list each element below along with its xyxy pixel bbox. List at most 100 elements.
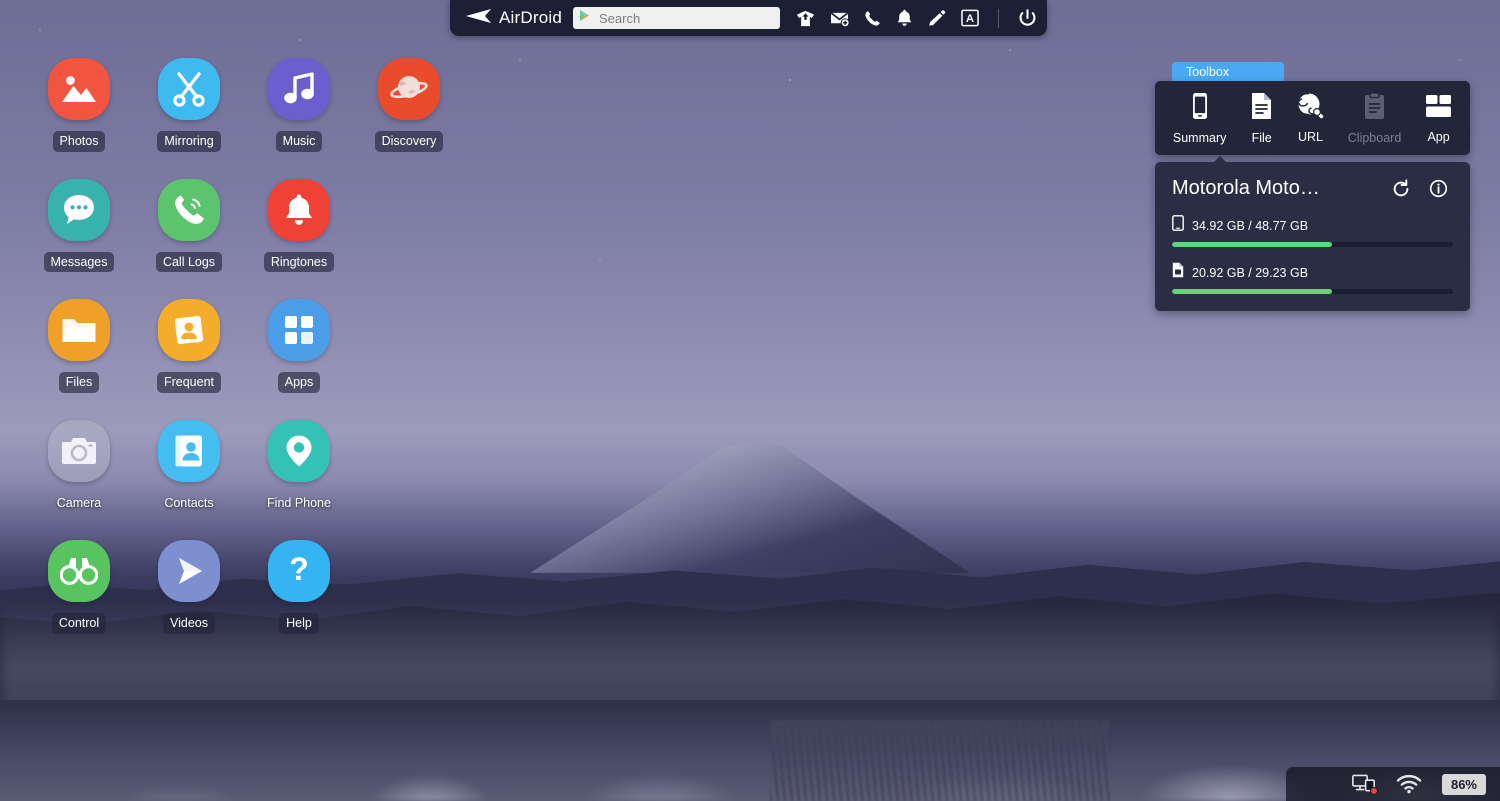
phone-handset-icon xyxy=(158,179,220,241)
device-actions xyxy=(1391,179,1453,199)
globe-link-icon xyxy=(1297,92,1324,124)
desktop-icon-label: Camera xyxy=(50,493,108,514)
battery-badge[interactable]: 86% xyxy=(1442,774,1486,795)
desktop-icon-videos[interactable]: Videos xyxy=(134,540,244,634)
desktop-icon-find-phone[interactable]: Find Phone xyxy=(244,420,354,514)
desktop-icon-files[interactable]: Files xyxy=(24,299,134,393)
top-bar: AirDroid Search xyxy=(450,0,1047,36)
toolbox-item-label: App xyxy=(1427,130,1449,144)
reed-tufts xyxy=(770,720,1110,801)
desktop-icon-label: Discovery xyxy=(375,131,444,152)
toolbox-item-url[interactable]: URL xyxy=(1297,92,1324,144)
storage-progress-fill xyxy=(1172,242,1332,247)
desktop-icon-label: Find Phone xyxy=(260,493,338,514)
desktop-icon-help[interactable]: ? Help xyxy=(244,540,354,634)
info-icon[interactable] xyxy=(1429,179,1448,198)
desktop-icon-photos[interactable]: Photos xyxy=(24,58,134,152)
airdroid-paperplane-icon xyxy=(464,8,492,29)
phone-storage-icon xyxy=(1172,215,1184,236)
toolbox-item-app[interactable]: App xyxy=(1425,93,1452,144)
desktop-icon-messages[interactable]: Messages xyxy=(24,179,134,273)
svg-text:?: ? xyxy=(289,554,309,587)
brand[interactable]: AirDroid xyxy=(464,8,562,29)
grid-squares-icon xyxy=(268,299,330,361)
desktop-icon-ringtones[interactable]: Ringtones xyxy=(244,179,354,273)
mail-add-icon[interactable] xyxy=(830,10,849,27)
desktop-icon-label: Mirroring xyxy=(157,131,220,152)
top-bar-actions: A xyxy=(796,9,1037,28)
storage-progress-fill xyxy=(1172,289,1332,294)
search-input[interactable]: Search xyxy=(573,7,780,29)
sdcard-storage-icon xyxy=(1172,262,1184,283)
device-header: Motorola Moto… xyxy=(1172,177,1453,200)
monitor-connection-icon[interactable] xyxy=(1352,774,1376,794)
camera-icon xyxy=(48,420,110,482)
desktop-icon-label: Music xyxy=(276,131,323,152)
music-note-icon xyxy=(268,58,330,120)
divider xyxy=(998,9,999,28)
toolbox-item-file[interactable]: File xyxy=(1250,92,1273,145)
letter-a-box-icon[interactable]: A xyxy=(961,9,979,27)
phone-icon[interactable] xyxy=(864,10,881,27)
toolbox-item-summary[interactable]: Summary xyxy=(1173,92,1226,145)
desktop-icon-label: Help xyxy=(279,613,319,634)
pencil-icon[interactable] xyxy=(928,9,946,27)
tshirt-upload-icon[interactable] xyxy=(796,9,815,28)
desktop-icon-grid: Photos Mirroring Music Discovery Messages Cal… xyxy=(24,58,464,661)
photos-icon xyxy=(48,58,110,120)
refresh-icon[interactable] xyxy=(1391,179,1411,199)
desktop-icon-label: Ringtones xyxy=(264,252,334,273)
toolbox-item-label: Clipboard xyxy=(1348,131,1402,145)
toolbox-items: Summary File URL Clipboard App xyxy=(1155,81,1470,155)
scissors-icon xyxy=(158,58,220,120)
storage-text: 34.92 GB / 48.77 GB xyxy=(1192,219,1308,233)
search-placeholder: Search xyxy=(599,11,640,26)
desktop-icon-mirroring[interactable]: Mirroring xyxy=(134,58,244,152)
clipboard-icon xyxy=(1363,92,1386,125)
phone-outline-icon xyxy=(1188,92,1212,125)
power-icon[interactable] xyxy=(1018,9,1037,28)
storage-label-line: 34.92 GB / 48.77 GB xyxy=(1172,215,1453,236)
desktop-icon-apps[interactable]: Apps xyxy=(244,299,354,393)
desktop-icon-control[interactable]: Control xyxy=(24,540,134,634)
play-triangle-icon xyxy=(579,9,591,27)
toolbox-item-clipboard: Clipboard xyxy=(1348,92,1402,145)
desktop-icon-row: Control Videos? Help xyxy=(24,540,464,661)
desktop-icon-contacts[interactable]: Contacts xyxy=(134,420,244,514)
desktop-icon-call-logs[interactable]: Call Logs xyxy=(134,179,244,273)
toolbox-panel: Toolbox Summary File URL Clipboard App Motor… xyxy=(1155,62,1470,311)
desktop-icon-row: Files Frequent Apps xyxy=(24,299,464,420)
desktop-icon-label: Apps xyxy=(278,372,321,393)
document-icon xyxy=(1250,92,1273,125)
desktop-icon-label: Photos xyxy=(53,131,106,152)
folder-icon xyxy=(48,299,110,361)
desktop-icon-label: Contacts xyxy=(157,493,220,514)
desktop-icon-label: Messages xyxy=(44,252,115,273)
desktop-icon-label: Control xyxy=(52,613,106,634)
toolbox-item-label: URL xyxy=(1298,130,1323,144)
storage-progress-track xyxy=(1172,242,1453,247)
binoculars-icon xyxy=(48,540,110,602)
connection-alert-badge xyxy=(1370,787,1378,795)
device-card: Motorola Moto… xyxy=(1155,162,1470,311)
toolbox-tab[interactable]: Toolbox xyxy=(1172,62,1284,81)
chat-bubble-icon xyxy=(48,179,110,241)
contact-book-icon xyxy=(158,420,220,482)
contact-card-icon xyxy=(158,299,220,361)
device-name: Motorola Moto… xyxy=(1172,177,1320,200)
svg-text:A: A xyxy=(966,13,974,25)
bell-icon[interactable] xyxy=(896,9,913,27)
desktop-icon-discovery[interactable]: Discovery xyxy=(354,58,464,152)
location-pin-icon xyxy=(268,420,330,482)
desktop-icon-music[interactable]: Music xyxy=(244,58,354,152)
desktop-icon-camera[interactable]: Camera xyxy=(24,420,134,514)
desktop-icon-label: Videos xyxy=(163,613,215,634)
toolbox-item-label: File xyxy=(1252,131,1272,145)
desktop[interactable]: AirDroid Search xyxy=(0,0,1500,801)
wifi-icon[interactable] xyxy=(1396,774,1422,794)
desktop-icon-frequent[interactable]: Frequent xyxy=(134,299,244,393)
bell-ring-icon xyxy=(268,179,330,241)
storage-label-line: 20.92 GB / 29.23 GB xyxy=(1172,262,1453,283)
desktop-icon-label: Files xyxy=(59,372,99,393)
mount-fuji-snow xyxy=(530,438,970,573)
